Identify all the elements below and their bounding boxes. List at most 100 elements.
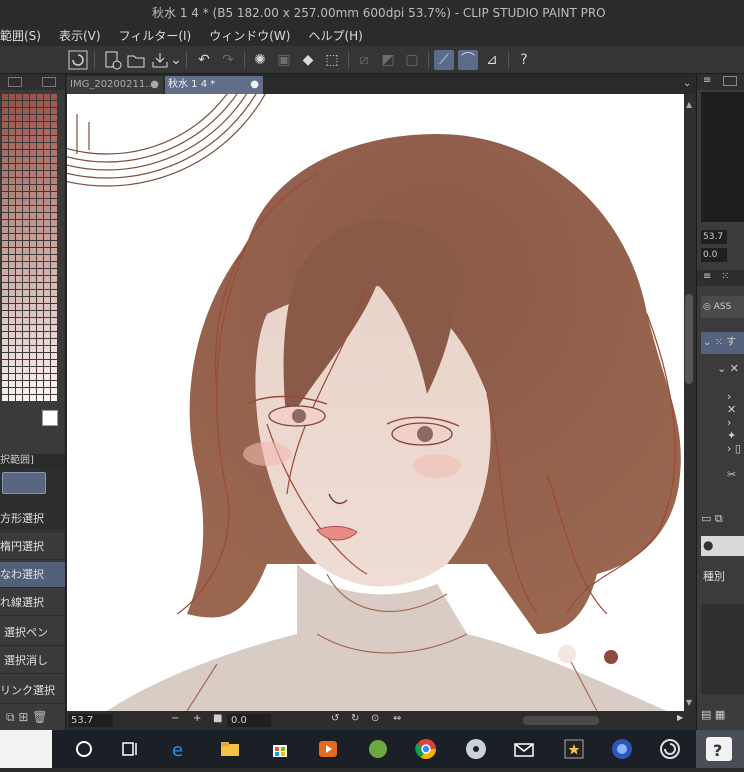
sub-tool-group-button[interactable] (2, 472, 46, 494)
color-swatch[interactable] (9, 199, 15, 205)
color-swatch[interactable] (16, 283, 22, 289)
color-swatch[interactable] (44, 332, 50, 338)
color-swatch[interactable] (30, 115, 36, 121)
color-swatch[interactable] (2, 381, 8, 387)
color-swatch[interactable] (51, 388, 57, 394)
color-swatch[interactable] (9, 220, 15, 226)
color-swatch[interactable] (16, 297, 22, 303)
color-swatch[interactable] (23, 374, 29, 380)
color-swatch[interactable] (9, 213, 15, 219)
help-icon[interactable]: ? (514, 50, 534, 70)
color-swatch[interactable] (37, 122, 43, 128)
color-swatch[interactable] (9, 150, 15, 156)
color-swatch[interactable] (9, 157, 15, 163)
fill-icon[interactable]: ◆ (298, 50, 318, 70)
color-swatch[interactable] (16, 304, 22, 310)
color-swatch[interactable] (23, 325, 29, 331)
color-swatch[interactable] (44, 360, 50, 366)
color-swatch[interactable] (2, 178, 8, 184)
color-swatch[interactable] (51, 108, 57, 114)
color-swatch[interactable] (16, 290, 22, 296)
color-swatch[interactable] (30, 248, 36, 254)
color-swatch[interactable] (37, 360, 43, 366)
color-swatch[interactable] (30, 94, 36, 100)
color-set-palette[interactable] (0, 92, 62, 452)
color-swatch[interactable] (30, 192, 36, 198)
scroll-down-icon[interactable]: ▼ (686, 698, 692, 707)
color-swatch[interactable] (9, 311, 15, 317)
color-swatch[interactable] (30, 185, 36, 191)
color-swatch[interactable] (9, 143, 15, 149)
color-swatch[interactable] (23, 157, 29, 163)
color-swatch[interactable] (44, 297, 50, 303)
color-swatch[interactable] (44, 150, 50, 156)
color-swatch[interactable] (51, 241, 57, 247)
color-swatch[interactable] (23, 367, 29, 373)
color-swatch[interactable] (44, 346, 50, 352)
tool-lasso-selection[interactable]: なわ選択 (0, 562, 65, 588)
color-swatch[interactable] (16, 241, 22, 247)
color-swatch[interactable] (23, 332, 29, 338)
color-swatch[interactable] (51, 171, 57, 177)
color-swatch[interactable] (30, 255, 36, 261)
tool-selection-pen[interactable]: 選択ペン (0, 620, 65, 646)
color-swatch[interactable] (16, 136, 22, 142)
assets-button[interactable]: ◎ ASS (701, 296, 744, 318)
navigator-zoom[interactable]: 53.7 (701, 230, 727, 244)
color-swatch[interactable] (51, 234, 57, 240)
color-swatch[interactable] (37, 388, 43, 394)
color-swatch[interactable] (23, 150, 29, 156)
color-swatch[interactable] (2, 367, 8, 373)
color-swatch[interactable] (51, 339, 57, 345)
color-swatch[interactable] (44, 136, 50, 142)
color-swatch[interactable] (37, 164, 43, 170)
color-swatch[interactable] (51, 367, 57, 373)
color-swatch[interactable] (23, 353, 29, 359)
color-swatch[interactable] (2, 332, 8, 338)
file-explorer-icon[interactable] (218, 737, 242, 761)
color-swatch[interactable] (30, 262, 36, 268)
color-swatch[interactable] (9, 388, 15, 394)
tree-item[interactable]: › ✦ (727, 416, 744, 442)
color-swatch[interactable] (37, 115, 43, 121)
color-swatch[interactable] (44, 276, 50, 282)
color-swatch[interactable] (2, 108, 8, 114)
menu-icon[interactable]: ≡ (703, 271, 711, 282)
color-swatch[interactable] (30, 178, 36, 184)
zoom-in-icon[interactable]: + (193, 713, 201, 724)
color-swatch[interactable] (16, 213, 22, 219)
color-swatch[interactable] (37, 248, 43, 254)
color-swatch[interactable] (23, 346, 29, 352)
color-swatch[interactable] (9, 304, 15, 310)
chrome-icon[interactable] (414, 737, 438, 761)
close-icon[interactable]: ● (250, 76, 259, 94)
color-swatch[interactable] (30, 388, 36, 394)
color-swatch[interactable] (23, 122, 29, 128)
color-swatch[interactable] (16, 227, 22, 233)
color-swatch[interactable] (30, 129, 36, 135)
color-swatch[interactable] (37, 171, 43, 177)
color-swatch[interactable] (16, 220, 22, 226)
color-swatch[interactable] (23, 94, 29, 100)
scroll-thumb[interactable] (685, 294, 693, 384)
color-swatch[interactable] (23, 395, 29, 401)
color-swatch[interactable] (37, 283, 43, 289)
invert-selection-icon[interactable]: ◩ (378, 50, 398, 70)
color-swatch[interactable] (30, 108, 36, 114)
grid-snap-icon[interactable]: ⊿ (482, 50, 502, 70)
color-swatch[interactable] (37, 395, 43, 401)
color-swatch[interactable] (44, 311, 50, 317)
menu-selection[interactable]: 範囲(S) (0, 27, 41, 44)
color-swatch[interactable] (51, 136, 57, 142)
color-swatch[interactable] (9, 395, 15, 401)
color-swatch[interactable] (51, 276, 57, 282)
color-swatch[interactable] (44, 220, 50, 226)
color-swatch[interactable] (37, 374, 43, 380)
color-swatch[interactable] (37, 157, 43, 163)
color-swatch[interactable] (9, 115, 15, 121)
color-swatch[interactable] (30, 206, 36, 212)
selected-color-swatch[interactable] (42, 410, 58, 426)
color-swatch[interactable] (30, 276, 36, 282)
color-swatch[interactable] (30, 346, 36, 352)
color-swatch[interactable] (37, 143, 43, 149)
